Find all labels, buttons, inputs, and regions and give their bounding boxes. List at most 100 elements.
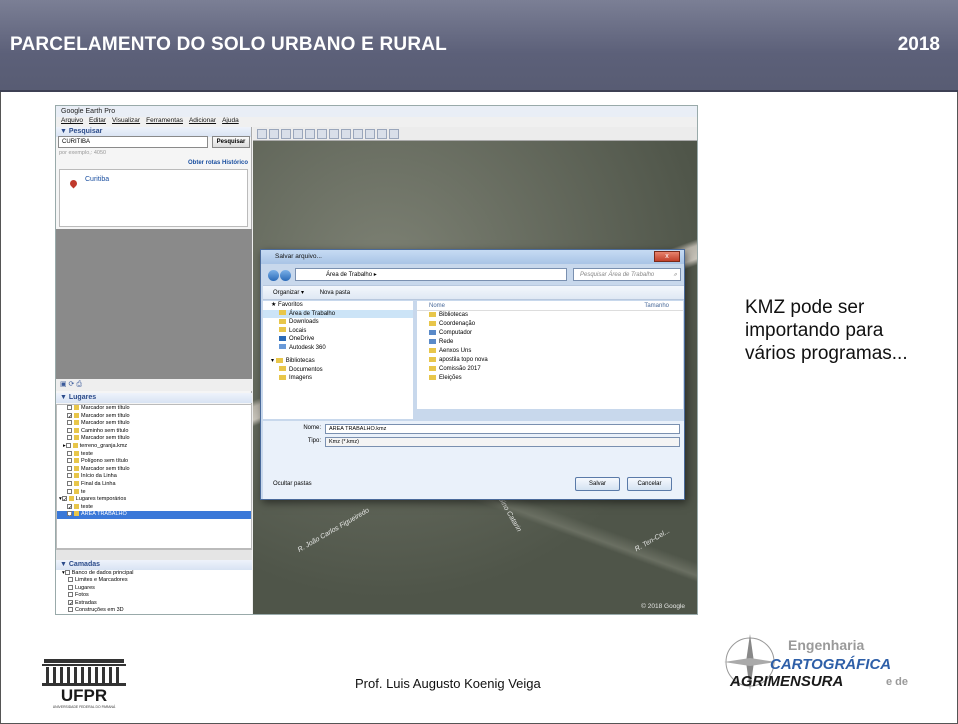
- address-bar[interactable]: Área de Trabalho ▸: [295, 268, 567, 281]
- toolbar-button[interactable]: [365, 129, 375, 139]
- app-title-bar: Google Earth Pro: [56, 106, 697, 117]
- ufpr-logo: UFPR UNIVERSIDADE FEDERAL DO PARANÁ: [42, 659, 126, 709]
- file-list-header: Nome Tamanho: [417, 301, 683, 311]
- toolbar-button[interactable]: [293, 129, 303, 139]
- layers-panel-header[interactable]: ▼ Camadas: [56, 560, 252, 570]
- dialog-toolbar: Organizar ▾ Nova pasta: [263, 285, 684, 300]
- toolbar-button[interactable]: [377, 129, 387, 139]
- nav-item[interactable]: ▾ Bibliotecas: [263, 357, 413, 366]
- file-row[interactable]: Bibliotecas: [417, 311, 683, 320]
- cancel-button[interactable]: Cancelar: [627, 477, 672, 491]
- file-row[interactable]: Coordenação: [417, 320, 683, 329]
- layer-item[interactable]: ✓Estradas: [56, 600, 252, 607]
- dialog-form: Nome: AREA TRABALHO.kmz Tipo: Kmz (*.kmz…: [263, 421, 684, 499]
- name-label: Nome:: [303, 425, 321, 431]
- save-button[interactable]: Salvar: [575, 477, 620, 491]
- places-tree: Marcador sem título ✓ Marcador sem título…: [56, 404, 252, 549]
- tree-item[interactable]: ✓ Marcador sem título: [57, 413, 251, 421]
- nav-item[interactable]: Downloads: [263, 318, 413, 327]
- svg-text:CARTOGRÁFICA: CARTOGRÁFICA: [770, 656, 891, 673]
- dialog-search-input[interactable]: Pesquisar Área de Trabalho: [573, 268, 681, 281]
- file-type-select[interactable]: Kmz (*.kmz): [325, 437, 680, 447]
- places-search-bar[interactable]: [56, 549, 252, 560]
- file-name-input[interactable]: AREA TRABALHO.kmz: [325, 424, 680, 434]
- toolbar-button[interactable]: [317, 129, 327, 139]
- tree-item[interactable]: ▸ terreno_granja.kmz: [57, 443, 251, 451]
- toolbar-button[interactable]: [389, 129, 399, 139]
- route-history-links[interactable]: Obter rotas Histórico: [188, 160, 248, 166]
- svg-text:UNIVERSIDADE FEDERAL DO PARANÁ: UNIVERSIDADE FEDERAL DO PARANÁ: [53, 705, 116, 709]
- new-folder-button[interactable]: Nova pasta: [320, 290, 350, 296]
- nav-item[interactable]: Autodesk 360: [263, 344, 413, 353]
- tree-item[interactable]: Início da Linha: [57, 473, 251, 481]
- tree-item[interactable]: ✓ teste: [57, 504, 251, 512]
- engenharia-logo: Engenharia CARTOGRÁFICA AGRIMENSURA e de: [724, 634, 908, 690]
- tree-item[interactable]: Caminho sem título: [57, 428, 251, 436]
- search-input[interactable]: CURITIBA: [58, 136, 208, 148]
- organize-button[interactable]: Organizar ▾: [273, 290, 304, 296]
- map-toolbar: [253, 127, 697, 141]
- menu-editar[interactable]: Editar: [89, 117, 106, 127]
- menu-arquivo[interactable]: Arquivo: [61, 117, 83, 127]
- file-row[interactable]: Computador: [417, 329, 683, 338]
- menu-adicionar[interactable]: Adicionar: [189, 117, 216, 127]
- svg-text:UFPR: UFPR: [61, 686, 107, 705]
- search-results: Curitiba: [59, 169, 248, 227]
- file-row[interactable]: Rede: [417, 338, 683, 347]
- menu-ferramentas[interactable]: Ferramentas: [146, 117, 183, 127]
- layer-item[interactable]: Fotos: [56, 592, 252, 599]
- location-pin-icon: [68, 178, 79, 189]
- menu-ajuda[interactable]: Ajuda: [222, 117, 239, 127]
- hide-folders-button[interactable]: Ocultar pastas: [273, 481, 312, 487]
- tree-item-selected[interactable]: ✓ AREA TRABALHO: [57, 511, 251, 519]
- toolbar-button[interactable]: [341, 129, 351, 139]
- menu-visualizar[interactable]: Visualizar: [112, 117, 140, 127]
- places-panel-header[interactable]: ▼ Lugares: [56, 393, 252, 403]
- forward-icon[interactable]: [280, 270, 291, 281]
- svg-text:AGRIMENSURA: AGRIMENSURA: [729, 673, 843, 690]
- toolbar-button[interactable]: [329, 129, 339, 139]
- tree-item[interactable]: Marcador sem título: [57, 405, 251, 413]
- nav-item[interactable]: OneDrive: [263, 335, 413, 344]
- result-curitiba[interactable]: Curitiba: [85, 176, 109, 183]
- results-empty-area: [56, 229, 252, 379]
- dialog-title: Salvar arquivo...: [261, 250, 684, 264]
- nav-item[interactable]: Locais: [263, 327, 413, 336]
- col-size[interactable]: Tamanho: [644, 301, 669, 311]
- dialog-close-button[interactable]: x: [654, 251, 680, 262]
- nav-item[interactable]: ★ Favoritos: [263, 301, 413, 310]
- svg-text:e de: e de: [886, 676, 908, 688]
- col-name[interactable]: Nome: [429, 303, 445, 309]
- file-row[interactable]: apostila topo nova: [417, 356, 683, 365]
- tree-item[interactable]: teste: [57, 451, 251, 459]
- dialog-nav-pane: ★ Favoritos Área de Trabalho Downloads L…: [263, 301, 413, 419]
- tree-item[interactable]: Final da Linha: [57, 481, 251, 489]
- toolbar-button[interactable]: [257, 129, 267, 139]
- tree-item[interactable]: Marcador sem título: [57, 435, 251, 443]
- tree-item[interactable]: Marcador sem título: [57, 420, 251, 428]
- search-button[interactable]: Pesquisar: [212, 136, 250, 148]
- layer-item[interactable]: Limites e Marcadores: [56, 577, 252, 584]
- nav-item-selected[interactable]: Área de Trabalho: [263, 309, 413, 318]
- nav-item[interactable]: Documentos: [263, 366, 413, 375]
- nav-item[interactable]: Imagens: [263, 374, 413, 383]
- toolbar-button[interactable]: [305, 129, 315, 139]
- tree-item[interactable]: Marcador sem título: [57, 466, 251, 474]
- file-row[interactable]: Aenxos Uns: [417, 347, 683, 356]
- road-label: R. João Carlos Figueiredo: [296, 507, 371, 554]
- layer-item[interactable]: Lugares: [56, 585, 252, 592]
- tree-item[interactable]: ▾✓ Lugares temporários: [57, 496, 251, 504]
- layer-item[interactable]: Construções em 3D: [56, 607, 252, 614]
- places-toolbar[interactable]: ▣ ⟳ ⎙: [56, 379, 252, 391]
- toolbar-button[interactable]: [269, 129, 279, 139]
- sidebar: ▼ Pesquisar CURITIBA Pesquisar por exemp…: [56, 127, 252, 614]
- file-row[interactable]: Comissão 2017: [417, 365, 683, 374]
- tree-item[interactable]: te: [57, 489, 251, 497]
- tree-item[interactable]: Polígono sem título: [57, 458, 251, 466]
- toolbar-button[interactable]: [281, 129, 291, 139]
- layer-item[interactable]: ▾ Banco de dados principal: [56, 570, 252, 577]
- back-icon[interactable]: [268, 270, 279, 281]
- file-row[interactable]: Eleições: [417, 374, 683, 383]
- menu-bar: Arquivo Editar Visualizar Ferramentas Ad…: [56, 117, 252, 127]
- toolbar-button[interactable]: [353, 129, 363, 139]
